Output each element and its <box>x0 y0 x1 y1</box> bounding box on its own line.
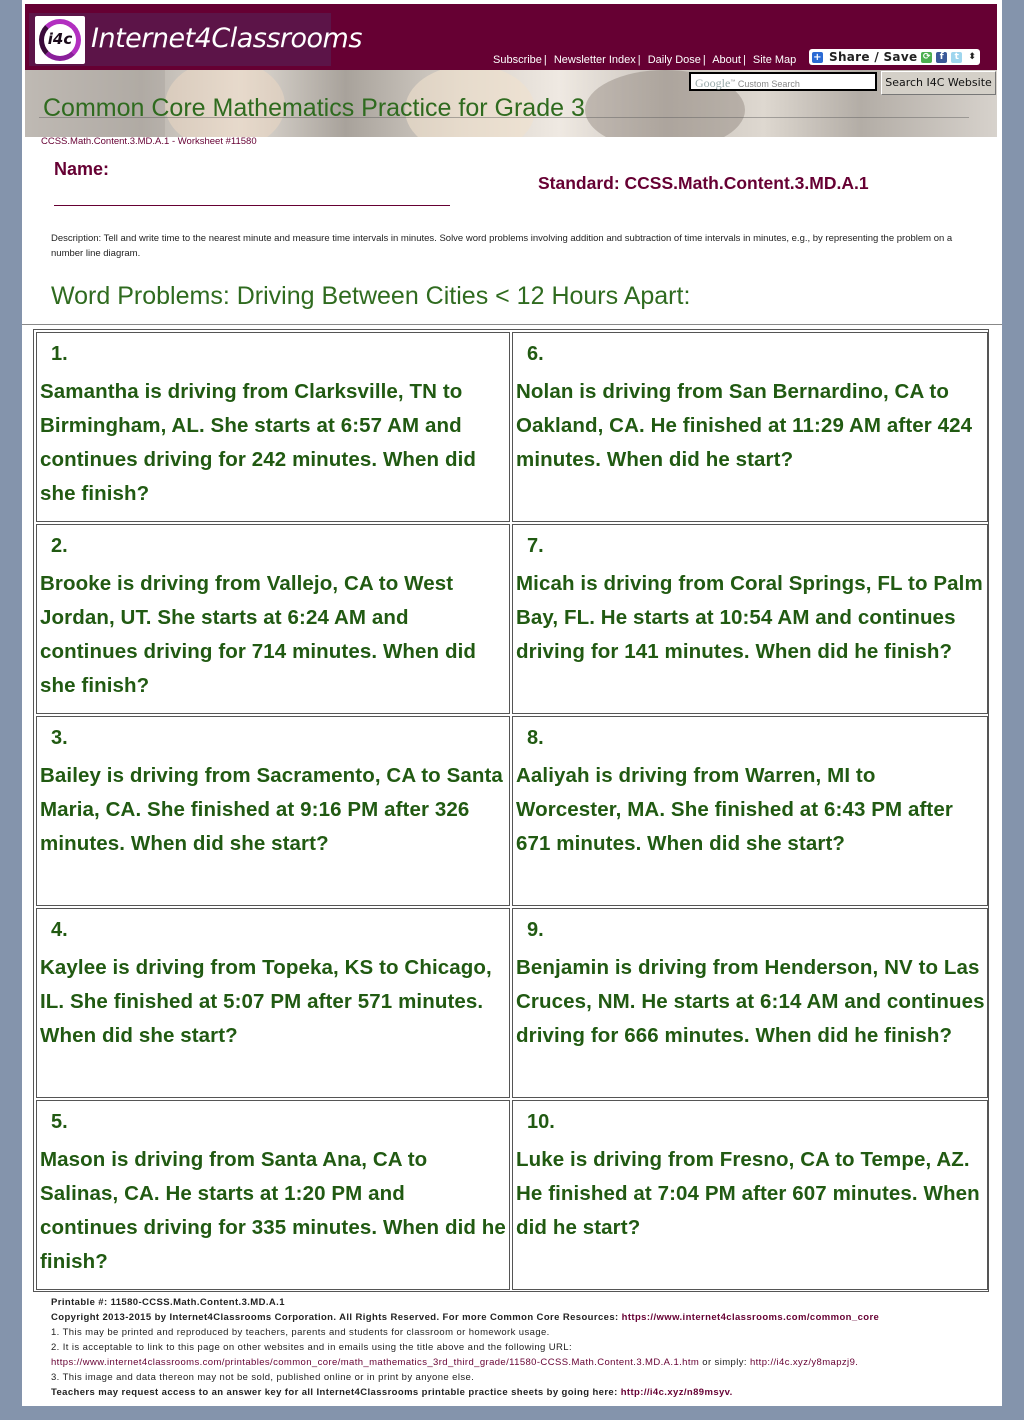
problem-number: 8. <box>527 727 544 749</box>
header-banner: Common Core Mathematics Practice for Gra… <box>25 70 997 137</box>
nav-separator: | <box>637 54 641 66</box>
problem-cell: 3. Bailey is driving from Sacramento, CA … <box>36 716 510 906</box>
dropdown-arrows-icon: ⬍ <box>968 52 977 62</box>
worksheet-id: CCSS.Math.Content.3.MD.A.1 - Worksheet #… <box>41 136 257 147</box>
search-button[interactable]: Search I4C Website <box>881 71 996 95</box>
share-save-label: Share / Save <box>829 50 918 64</box>
problem-cell: 8. Aaliyah is driving from Warren, MI to … <box>512 716 988 906</box>
i4c-logo-icon: i4c <box>35 16 85 64</box>
description: Description: Tell and write time to the … <box>51 233 953 259</box>
nav-separator: | <box>742 54 746 66</box>
problem-cell: 9. Benjamin is driving from Henderson, NV… <box>512 908 988 1098</box>
nav-daily-dose[interactable]: Daily Dose <box>648 54 701 66</box>
problem-number: 3. <box>51 727 68 749</box>
problem-cell: 10. Luke is driving from Fresno, CA to Te… <box>512 1100 988 1290</box>
problem-number: 7. <box>527 535 544 557</box>
nav-separator: | <box>702 54 706 66</box>
section-divider <box>22 324 1002 325</box>
problem-text: Micah is driving from Coral Springs, FL … <box>516 572 983 663</box>
name-label: Name: <box>54 159 110 179</box>
share-icon: ⟳ <box>921 51 933 63</box>
problem-number: 9. <box>527 919 544 941</box>
common-core-link[interactable]: https://www.internet4classrooms.com/comm… <box>622 1312 880 1323</box>
note-1: 1. This may be printed and reproduced by… <box>51 1327 550 1338</box>
google-logo: Google <box>695 76 731 90</box>
share-save-button[interactable]: + Share / Save ⟳ f t ⬍ <box>809 49 980 65</box>
answer-key-link[interactable]: http://i4c.xyz/n89msyv. <box>621 1387 733 1398</box>
problem-number: 10. <box>527 1111 555 1133</box>
facebook-icon: f <box>936 51 948 63</box>
site-logo[interactable]: i4c Internet4Classrooms <box>29 13 362 66</box>
problem-cell: 2. Brooke is driving from Vallejo, CA to … <box>36 524 510 714</box>
problem-cell: 7. Micah is driving from Coral Springs, F… <box>512 524 988 714</box>
problem-number: 6. <box>527 343 544 365</box>
problem-text: Benjamin is driving from Henderson, NV t… <box>516 956 985 1047</box>
search-placeholder: Custom Search <box>737 79 800 89</box>
problem-cell: 6. Nolan is driving from San Bernardino, … <box>512 332 988 522</box>
note-2-urls: https://www.internet4classrooms.com/prin… <box>51 1357 859 1368</box>
search-input[interactable]: Google™ Custom Search <box>689 72 877 91</box>
problem-number: 2. <box>51 535 68 557</box>
problem-cell: 5. Mason is driving from Santa Ana, CA to… <box>36 1100 510 1290</box>
site-header: i4c Internet4Classrooms Subscribe | Newsl… <box>25 4 997 70</box>
problems-grid: 1. Samantha is driving from Clarksville, … <box>33 329 989 1292</box>
name-line <box>54 205 450 206</box>
nav-subscribe[interactable]: Subscribe <box>493 54 542 66</box>
worksheet-url-link[interactable]: https://www.internet4classrooms.com/prin… <box>51 1357 699 1368</box>
problem-number: 4. <box>51 919 68 941</box>
problem-text: Samantha is driving from Clarksville, TN… <box>40 380 476 505</box>
copyright: Copyright 2013-2015 by Internet4Classroo… <box>51 1312 880 1323</box>
problem-text: Aaliyah is driving from Warren, MI to Wo… <box>516 764 953 855</box>
problem-cell: 4. Kaylee is driving from Topeka, KS to C… <box>36 908 510 1098</box>
note-3: 3. This image and data thereon may not b… <box>51 1372 475 1383</box>
twitter-icon: t <box>951 51 963 63</box>
problem-number: 5. <box>51 1111 68 1133</box>
short-url-link[interactable]: http://i4c.xyz/y8mapzj9. <box>750 1357 858 1368</box>
problem-text: Bailey is driving from Sacramento, CA to… <box>40 764 503 855</box>
plus-icon: + <box>812 51 823 63</box>
note-2: 2. It is acceptable to link to this page… <box>51 1342 573 1353</box>
standard-label: Standard: CCSS.Math.Content.3.MD.A.1 <box>538 173 869 193</box>
answer-key-note: Teachers may request access to an answer… <box>51 1387 733 1398</box>
nav-newsletter-index[interactable]: Newsletter Index <box>554 54 636 66</box>
nav-site-map[interactable]: Site Map <box>753 54 796 66</box>
printable-number: Printable #: 11580-CCSS.Math.Content.3.M… <box>51 1297 285 1308</box>
problem-text: Mason is driving from Santa Ana, CA to S… <box>40 1148 506 1273</box>
nav-about[interactable]: About <box>712 54 741 66</box>
nav-separator: | <box>543 54 547 66</box>
worksheet-page: i4c Internet4Classrooms Subscribe | Newsl… <box>22 0 1002 1406</box>
problem-cell: 1. Samantha is driving from Clarksville, … <box>36 332 510 522</box>
footer: Printable #: 11580-CCSS.Math.Content.3.M… <box>51 1295 991 1400</box>
problem-number: 1. <box>51 343 68 365</box>
problem-text: Kaylee is driving from Topeka, KS to Chi… <box>40 956 492 1047</box>
problem-text: Brooke is driving from Vallejo, CA to We… <box>40 572 476 697</box>
top-nav: Subscribe | Newsletter Index | Daily Dose |… <box>493 54 796 66</box>
section-title: Word Problems: Driving Between Cities < … <box>51 282 691 310</box>
page-title: Common Core Mathematics Practice for Gra… <box>43 94 585 122</box>
problem-text: Nolan is driving from San Bernardino, CA… <box>516 380 973 471</box>
problem-text: Luke is driving from Fresno, CA to Tempe… <box>516 1148 980 1239</box>
logo-text: Internet4Classrooms <box>91 23 362 54</box>
